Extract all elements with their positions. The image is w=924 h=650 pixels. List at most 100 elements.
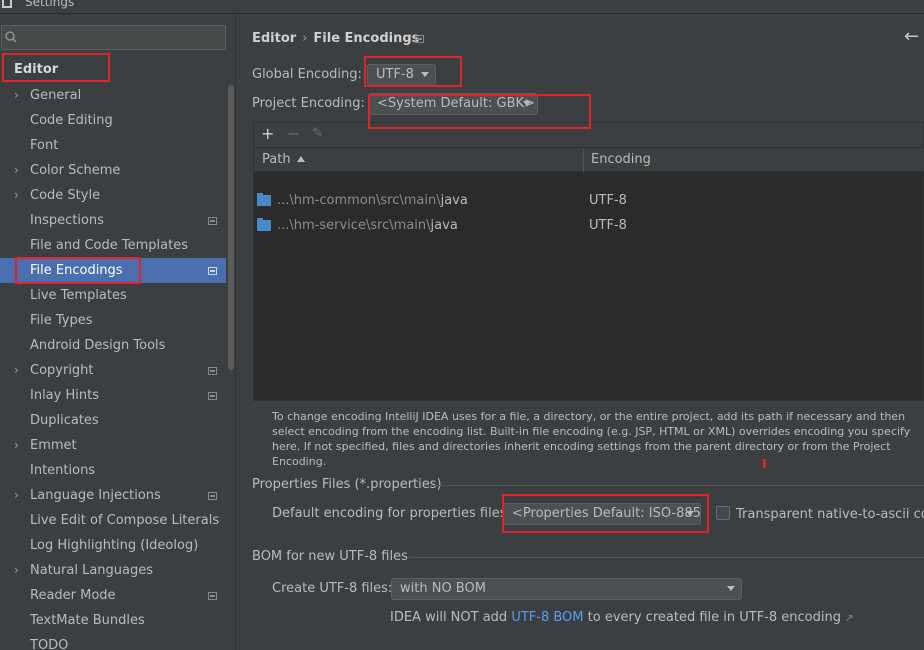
project-scope-icon: [415, 35, 424, 43]
sidebar-item-color-scheme[interactable]: › Color Scheme: [0, 158, 226, 183]
project-scope-icon: [208, 217, 217, 225]
create-utf8-label: Create UTF-8 files:: [272, 581, 393, 596]
sidebar-item-textmate-bundles[interactable]: TextMate Bundles: [0, 608, 226, 633]
bom-note-prefix: IDEA will NOT add: [390, 610, 512, 625]
project-scope-icon: [208, 492, 217, 500]
breadcrumb-parent[interactable]: Editor: [252, 31, 296, 46]
sidebar-item-label: Android Design Tools: [30, 338, 166, 353]
sidebar-item-label: Duplicates: [30, 413, 99, 428]
chevron-down-icon: [727, 586, 735, 591]
sidebar-item-intentions[interactable]: Intentions: [0, 458, 226, 483]
create-utf8-select[interactable]: with NO BOM: [391, 578, 742, 600]
sidebar-item-inlay-hints[interactable]: Inlay Hints: [0, 383, 226, 408]
breadcrumb-current: File Encodings: [313, 31, 420, 46]
sidebar-item-label: Live Templates: [30, 288, 127, 303]
sort-ascending-icon: [296, 156, 305, 162]
table-row[interactable]: ...\hm-common\src\main\java UTF-8: [254, 188, 924, 213]
add-path-button[interactable]: +: [261, 124, 274, 143]
sidebar-item-language-injections[interactable]: › Language Injections: [0, 483, 226, 508]
path-leaf: java: [440, 193, 468, 208]
chevron-right-icon[interactable]: ›: [14, 358, 19, 383]
transparent-native-to-ascii-label[interactable]: Transparent native-to-ascii conve: [736, 507, 924, 522]
sidebar-item-todo[interactable]: TODO: [0, 633, 226, 650]
sidebar-item-label: File Types: [30, 313, 93, 328]
sidebar-item-code-style[interactable]: › Code Style: [0, 183, 226, 208]
chevron-right-icon[interactable]: ›: [14, 483, 19, 508]
title-bar: Settings: [0, 0, 924, 14]
sidebar-item-general[interactable]: › General: [0, 83, 226, 108]
sidebar-item-inspections[interactable]: Inspections: [0, 208, 226, 233]
sidebar-item-code-editing[interactable]: Code Editing: [0, 108, 226, 133]
sidebar-item-file-and-code-templates[interactable]: File and Code Templates: [0, 233, 226, 258]
window-title: Settings: [25, 0, 75, 9]
chevron-right-icon[interactable]: ›: [14, 83, 19, 108]
global-encoding-label: Global Encoding:: [252, 67, 362, 82]
path-cell: ...\hm-common\src\main\java: [277, 188, 468, 213]
sidebar-item-label: Language Injections: [30, 488, 161, 503]
sidebar-item-natural-languages[interactable]: › Natural Languages: [0, 558, 226, 583]
path-cell: ...\hm-service\src\main\java: [277, 213, 458, 238]
sidebar-item-duplicates[interactable]: Duplicates: [0, 408, 226, 433]
chevron-right-icon[interactable]: ›: [14, 433, 19, 458]
bom-group-title: BOM for new UTF-8 files: [252, 549, 408, 564]
remove-path-button[interactable]: −: [287, 124, 300, 143]
project-scope-icon: [208, 367, 217, 375]
back-arrow-icon[interactable]: ←: [904, 26, 919, 47]
sidebar-item-label: TODO: [30, 638, 69, 650]
sidebar-item-label: Code Editing: [30, 113, 113, 128]
sidebar-scrollbar[interactable]: [228, 85, 234, 370]
path-encoding-table: Path Encoding ...\hm-common\src\main\jav…: [253, 147, 924, 401]
chevron-right-icon[interactable]: ›: [14, 558, 19, 583]
bom-note: IDEA will NOT add UTF-8 BOM to every cre…: [390, 610, 854, 625]
project-encoding-label: Project Encoding:: [252, 96, 365, 111]
sidebar-item-label: Log Highlighting (Ideolog): [30, 538, 199, 553]
encoding-cell[interactable]: UTF-8: [589, 188, 627, 213]
red-annotation-box-properties-encoding: [502, 494, 709, 533]
folder-icon: [257, 193, 271, 206]
red-annotation-box-editor: [2, 53, 110, 82]
column-divider[interactable]: [583, 148, 584, 172]
sidebar-item-label: Emmet: [30, 438, 77, 453]
group-divider: [429, 485, 924, 486]
sidebar-item-label: Natural Languages: [30, 563, 154, 578]
encoding-help-text: To change encoding IntelliJ IDEA uses fo…: [272, 410, 911, 468]
utf8-bom-link[interactable]: UTF-8 BOM: [511, 610, 583, 625]
search-input[interactable]: [1, 25, 226, 50]
transparent-native-to-ascii-checkbox[interactable]: [716, 506, 730, 520]
sidebar-item-copyright[interactable]: › Copyright: [0, 358, 226, 383]
settings-sidebar: Editor › General Code Editing Font › Color Sc…: [0, 15, 236, 650]
sidebar-item-label: Live Edit of Compose Literals: [30, 513, 220, 528]
sidebar-item-android-design-tools[interactable]: Android Design Tools: [0, 333, 226, 358]
sidebar-item-label: File and Code Templates: [30, 238, 188, 253]
sidebar-item-file-types[interactable]: File Types: [0, 308, 226, 333]
chevron-right-icon[interactable]: ›: [14, 183, 19, 208]
chevron-right-icon[interactable]: ›: [14, 158, 19, 183]
sidebar-item-live-templates[interactable]: Live Templates: [0, 283, 226, 308]
sidebar-item-label: Code Style: [30, 188, 101, 203]
path-prefix: ...\hm-common\src\main\: [277, 193, 441, 208]
external-link-icon[interactable]: ↗: [845, 613, 853, 624]
bom-note-suffix: to every created file in UTF-8 encoding: [583, 610, 841, 625]
sidebar-item-label: TextMate Bundles: [30, 613, 145, 628]
path-prefix: ...\hm-service\src\main\: [277, 218, 431, 233]
sidebar-item-live-edit-of-compose-literals[interactable]: Live Edit of Compose Literals: [0, 508, 226, 533]
sidebar-item-font[interactable]: Font: [0, 133, 226, 158]
table-row[interactable]: ...\hm-service\src\main\java UTF-8: [254, 213, 924, 238]
encoding-cell[interactable]: UTF-8: [589, 213, 627, 238]
path-leaf: java: [430, 218, 458, 233]
edit-path-button[interactable]: ✎: [312, 126, 323, 141]
breadcrumb-separator: ›: [302, 31, 308, 46]
sidebar-item-label: Reader Mode: [30, 588, 116, 603]
project-scope-icon: [208, 392, 217, 400]
sidebar-item-emmet[interactable]: › Emmet: [0, 433, 226, 458]
sidebar-item-log-highlighting-ideolog[interactable]: Log Highlighting (Ideolog): [0, 533, 226, 558]
table-header: Path Encoding: [254, 148, 924, 172]
sidebar-item-label: Inspections: [30, 213, 104, 228]
sidebar-item-reader-mode[interactable]: Reader Mode: [0, 583, 226, 608]
folder-icon: [257, 218, 271, 231]
column-header-path[interactable]: Path: [262, 148, 305, 172]
app-icon: [2, 0, 12, 8]
project-scope-icon: [208, 267, 217, 275]
column-header-encoding[interactable]: Encoding: [591, 148, 651, 172]
sidebar-item-label: Font: [30, 138, 59, 153]
